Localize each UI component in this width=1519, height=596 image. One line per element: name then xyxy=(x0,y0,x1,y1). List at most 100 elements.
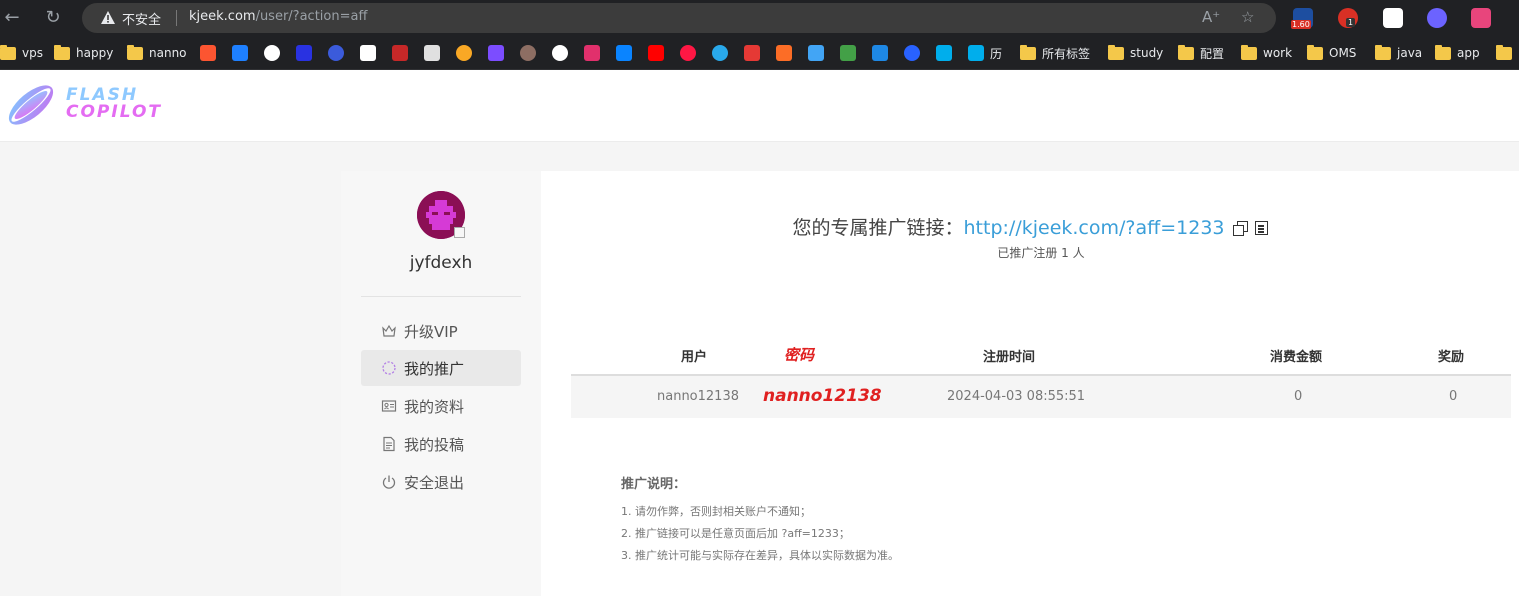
bookmark-icon[interactable] xyxy=(456,45,472,61)
baidu-bookmark-icon[interactable] xyxy=(296,45,312,61)
bookmark-icon[interactable] xyxy=(328,45,344,61)
bookmark-icon[interactable] xyxy=(744,45,760,61)
clipboard-icon[interactable] xyxy=(1254,221,1268,235)
github-bookmark-icon[interactable] xyxy=(552,45,568,61)
note-item: 3. 推广统计可能与实际存在差异，具体以实际数据为准。 xyxy=(621,549,899,562)
column-header-reward: 奖励 xyxy=(1438,350,1465,365)
sidebar-divider xyxy=(361,296,521,297)
avatar-edit-icon[interactable] xyxy=(454,227,465,238)
bookmark-icon[interactable] xyxy=(360,45,376,61)
play-bookmark-icon[interactable] xyxy=(488,45,504,61)
logo-line2: COPILOT xyxy=(66,102,162,122)
bookmark-icon[interactable] xyxy=(680,45,696,61)
sidebar-item-logout[interactable]: 安全退出 xyxy=(361,464,521,500)
telegram-bookmark-icon[interactable] xyxy=(712,45,728,61)
bookmark-folder-happy[interactable]: happy xyxy=(54,43,113,63)
url-path: /user/?action=aff xyxy=(255,9,368,24)
url-host: kjeek.com xyxy=(189,9,256,24)
bilibili-bookmark-icon[interactable] xyxy=(936,45,952,61)
zhihu-bookmark-icon[interactable] xyxy=(616,45,632,61)
extension-icon[interactable]: 1.60 xyxy=(1291,8,1313,29)
cat-extension-icon[interactable] xyxy=(1383,8,1403,28)
flash-copilot-logo-icon[interactable] xyxy=(2,76,60,134)
security-label[interactable]: 不安全 xyxy=(122,9,161,28)
cell-user: nanno12138 xyxy=(657,389,739,404)
promotion-count: 已推广注册 1 人 xyxy=(997,246,1085,260)
id-card-icon xyxy=(381,398,397,414)
bookmark-label: OMS xyxy=(1329,46,1357,60)
folder-icon xyxy=(1108,44,1124,60)
address-bar[interactable]: 不安全 kjeek.com/user/?action=aff A⁺ ☆ xyxy=(82,3,1276,33)
warning-icon[interactable] xyxy=(100,10,116,26)
folder-icon xyxy=(1307,44,1323,60)
bookmark-folder-nanno[interactable]: nanno xyxy=(127,43,187,63)
column-header-reg-time: 注册时间 xyxy=(983,350,1036,365)
bookmark-icon[interactable] xyxy=(264,45,280,61)
folder-icon xyxy=(1375,44,1391,60)
folder-icon xyxy=(1178,44,1194,60)
bookmark-icon[interactable] xyxy=(392,45,408,61)
cell-spend: 0 xyxy=(1294,389,1303,404)
bookmark-label: nanno xyxy=(149,46,187,60)
promotion-notes: 推广说明： 1. 请勿作弊，否则封相关账户不通知； 2. 推广链接可以是任意页面… xyxy=(621,473,899,567)
adblock-badge: 1 xyxy=(1346,18,1356,27)
star-icon[interactable]: ☆ xyxy=(1241,8,1254,26)
sidebar-item-label: 我的推广 xyxy=(404,359,465,378)
bookmark-folder-oms[interactable]: OMS xyxy=(1307,43,1356,63)
back-arrow-icon[interactable]: ← xyxy=(0,6,24,30)
cell-reg-time: 2024-04-03 08:55:51 xyxy=(947,389,1086,404)
bookmark-label: vps xyxy=(22,46,43,60)
user-sidebar: jyfdexh 升级VIP 我的推广 我的资料 我的投稿 安全退出 xyxy=(341,171,541,596)
sidebar-item-label: 升级VIP xyxy=(404,322,458,341)
folder-icon xyxy=(127,44,143,60)
affiliate-link-line: 您的专属推广链接：http://kjeek.com/?aff=1233 xyxy=(541,213,1519,240)
referral-table: 用户 密码 注册时间 消费金额 奖励 nanno12138 nanno12138… xyxy=(571,336,1511,418)
bookmark-folder-java[interactable]: java xyxy=(1375,43,1422,63)
bookmark-label: work xyxy=(1263,46,1293,60)
bookmark-label: happy xyxy=(76,46,114,60)
bookmark-folder-app[interactable]: app xyxy=(1435,43,1480,63)
bookmark-icon[interactable] xyxy=(904,45,920,61)
reload-icon[interactable]: ↻ xyxy=(41,6,65,30)
folder-icon xyxy=(1020,44,1036,60)
bookmark-icon[interactable] xyxy=(808,45,824,61)
youtube-bookmark-icon[interactable] xyxy=(648,45,664,61)
bookmark-history[interactable]: 历 xyxy=(968,43,1002,63)
bookmark-label: app xyxy=(1457,46,1480,60)
column-header-spend: 消费金额 xyxy=(1270,350,1323,365)
bookmark-folder-overflow[interactable] xyxy=(1496,43,1512,63)
sidebar-item-my-profile[interactable]: 我的资料 xyxy=(361,388,521,424)
column-header-user: 用户 xyxy=(681,350,708,365)
ghost-extension-icon[interactable] xyxy=(1427,8,1447,28)
sidebar-item-my-promotion[interactable]: 我的推广 xyxy=(361,350,521,386)
cell-password: nanno12138 xyxy=(763,386,882,406)
folder-icon xyxy=(1496,44,1512,60)
bookmark-folder-config[interactable]: 配置 xyxy=(1178,43,1224,63)
bookmark-folder-vps[interactable]: vps xyxy=(0,43,43,63)
instagram-bookmark-icon[interactable] xyxy=(584,45,600,61)
read-aloud-icon[interactable]: A⁺ xyxy=(1202,8,1220,26)
csdn-bookmark-icon[interactable] xyxy=(200,45,216,61)
copy-icon[interactable] xyxy=(1232,221,1248,236)
bookmark-folder-all-tags[interactable]: 所有标签 xyxy=(1020,43,1090,63)
browser-toolbar: ← ↻ 不安全 kjeek.com/user/?action=aff A⁺ ☆ … xyxy=(0,0,1519,36)
bookmark-folder-study[interactable]: study xyxy=(1108,43,1163,63)
bookmark-icon[interactable] xyxy=(872,45,888,61)
gitlab-bookmark-icon[interactable] xyxy=(776,45,792,61)
sidebar-item-my-submissions[interactable]: 我的投稿 xyxy=(361,426,521,462)
note-item: 1. 请勿作弊，否则封相关账户不通知； xyxy=(621,505,811,518)
bookmark-folder-work[interactable]: work xyxy=(1241,43,1292,63)
site-logo-text[interactable]: FLASH COPILOT xyxy=(66,87,162,121)
bookmark-icon[interactable] xyxy=(520,45,536,61)
affiliate-link[interactable]: http://kjeek.com/?aff=1233 xyxy=(964,217,1225,239)
bookmark-icon[interactable] xyxy=(424,45,440,61)
bookmark-icon[interactable] xyxy=(840,45,856,61)
bookmark-label: java xyxy=(1397,46,1423,60)
url-text[interactable]: kjeek.com/user/?action=aff xyxy=(189,9,367,24)
notes-title: 推广说明： xyxy=(621,477,687,492)
juejin-bookmark-icon[interactable] xyxy=(232,45,248,61)
affiliate-label: 您的专属推广链接： xyxy=(792,217,964,239)
translate-extension-icon[interactable] xyxy=(1471,8,1491,28)
adblock-icon[interactable]: 1 xyxy=(1338,8,1358,28)
sidebar-item-upgrade-vip[interactable]: 升级VIP xyxy=(361,313,521,349)
